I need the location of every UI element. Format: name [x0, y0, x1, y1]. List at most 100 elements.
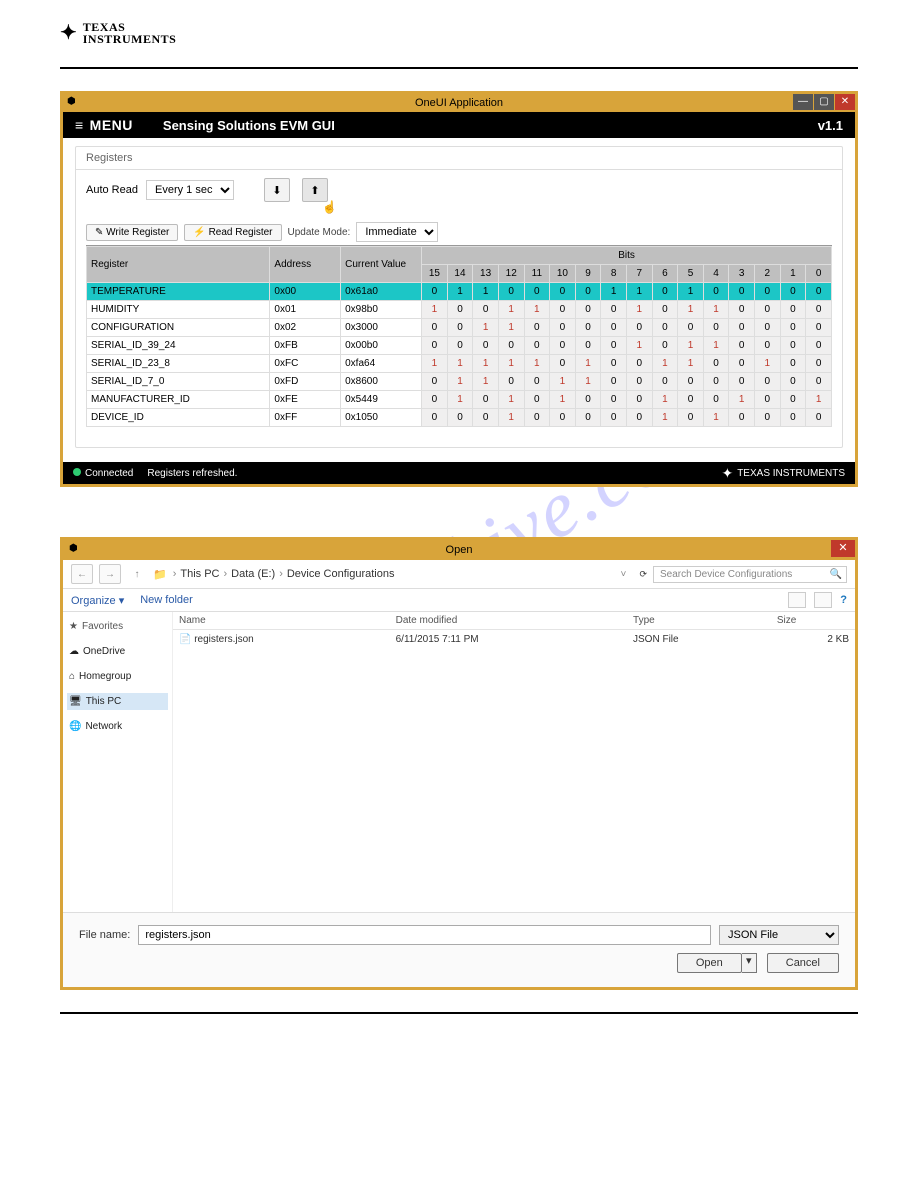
bit-col: 4	[703, 265, 729, 283]
update-mode-label: Update Mode:	[288, 227, 351, 238]
cancel-button[interactable]: Cancel	[767, 953, 839, 973]
file-row[interactable]: 📄 registers.json6/11/2015 7:11 PMJSON Fi…	[173, 630, 855, 650]
ti-glyph-icon: ✦	[721, 465, 733, 482]
footer-logo: ✦ TEXAS INSTRUMENTS	[721, 465, 845, 482]
upload-button[interactable]: ⬆	[302, 178, 328, 202]
folder-icon: 📁	[153, 568, 167, 581]
view-button-1[interactable]	[788, 592, 806, 608]
connected-label: Connected	[85, 468, 133, 479]
open-button[interactable]: Open	[677, 953, 742, 973]
file-col[interactable]: Type	[627, 612, 771, 630]
panel-title: Registers	[76, 147, 842, 170]
tree-item[interactable]: ⌂Homegroup	[67, 668, 168, 685]
menu-button[interactable]: ≡ MENU	[75, 117, 133, 133]
tree-item[interactable]: 🌐Network	[67, 718, 168, 735]
status-bar: Connected Registers refreshed. ✦ TEXAS I…	[63, 462, 855, 484]
update-mode-select[interactable]: Immediate	[356, 222, 438, 242]
status-dot-icon	[73, 468, 81, 476]
write-label: Write Register	[106, 227, 169, 238]
tree-icon: 🌐	[69, 721, 81, 732]
open-dropdown-button[interactable]: ▾	[742, 953, 757, 973]
organize-button[interactable]: Organize ▾	[71, 594, 124, 607]
register-row[interactable]: DEVICE_ID0xFF0x10500001000001010000	[87, 409, 832, 427]
file-icon: 📄	[179, 634, 191, 645]
bit-col: 14	[447, 265, 473, 283]
dialog-close-button[interactable]: ✕	[831, 540, 855, 557]
auto-read-row: Auto Read Every 1 sec ⬇ ⬆ ☝	[86, 178, 832, 202]
tree-item[interactable]: 🖥This PC	[67, 693, 168, 710]
register-row[interactable]: MANUFACTURER_ID0xFE0x5449010101000100100…	[87, 391, 832, 409]
tree-icon: 🖥	[69, 696, 82, 707]
close-button[interactable]: ✕	[835, 94, 855, 110]
write-register-button[interactable]: ✎ Write Register	[86, 224, 178, 241]
col-address: Address	[270, 247, 341, 283]
nav-dropdown-button[interactable]: ˅	[613, 565, 633, 583]
download-button[interactable]: ⬇	[264, 178, 290, 202]
nav-back-button[interactable]: ←	[71, 564, 93, 584]
file-col[interactable]: Date modified	[390, 612, 627, 630]
registers-panel: Registers Auto Read Every 1 sec ⬇ ⬆ ☝	[75, 146, 843, 448]
register-row[interactable]: HUMIDITY0x010x98b01001100010110000	[87, 301, 832, 319]
ti-logo: ✦ TEXAS INSTRUMENTS	[60, 20, 858, 45]
file-col[interactable]: Size	[771, 612, 855, 630]
search-input[interactable]: Search Device Configurations 🔍	[653, 566, 847, 583]
bit-col: 13	[473, 265, 499, 283]
cursor-icon: ☝	[322, 200, 337, 214]
col-register: Register	[87, 247, 270, 283]
app-window: ⬢ OneUI Application — ▢ ✕ ≡ MENU Sensing…	[60, 91, 858, 487]
register-row[interactable]: SERIAL_ID_7_00xFD0x86000110011000000000	[87, 373, 832, 391]
col-bits: Bits	[422, 247, 832, 265]
tree-item[interactable]: ☁OneDrive	[67, 643, 168, 660]
ti-glyph-icon: ✦	[60, 20, 77, 45]
bit-col: 2	[755, 265, 781, 283]
status-message: Registers refreshed.	[147, 468, 237, 479]
dialog-toolbar: Organize ▾ New folder ?	[63, 589, 855, 612]
pencil-icon: ✎	[95, 227, 103, 238]
footer-brand: TEXAS INSTRUMENTS	[737, 468, 845, 479]
new-folder-button[interactable]: New folder	[140, 594, 193, 607]
tree-icon: ⌂	[69, 671, 75, 682]
app-subtitle: Sensing Solutions EVM GUI	[163, 118, 335, 133]
file-col[interactable]: Name	[173, 612, 390, 630]
app-menubar: ≡ MENU Sensing Solutions EVM GUI v1.1	[63, 112, 855, 138]
app-version: v1.1	[818, 118, 843, 133]
logo-line2: INSTRUMENTS	[83, 33, 177, 45]
refresh-button[interactable]: ⟳	[639, 569, 647, 580]
dialog-title: Open	[446, 544, 473, 556]
logo-line1: TEXAS	[83, 21, 177, 33]
filename-input[interactable]	[138, 925, 711, 945]
read-label: Read Register	[209, 227, 273, 238]
app-titlebar: ⬢ OneUI Application — ▢ ✕	[63, 94, 855, 112]
file-filter-select[interactable]: JSON File	[719, 925, 839, 945]
bit-col: 7	[626, 265, 652, 283]
help-icon[interactable]: ?	[840, 594, 847, 606]
bit-col: 9	[575, 265, 601, 283]
view-button-2[interactable]	[814, 592, 832, 608]
nav-forward-button[interactable]: →	[99, 564, 121, 584]
tree-item[interactable]: ★Favorites	[67, 618, 168, 635]
minimize-button[interactable]: —	[793, 94, 813, 110]
filename-label: File name:	[79, 929, 130, 941]
auto-read-select[interactable]: Every 1 sec	[146, 180, 234, 200]
nav-up-button[interactable]: ↑	[127, 565, 147, 583]
register-row[interactable]: TEMPERATURE0x000x61a00110000110100000	[87, 283, 832, 301]
bit-col: 0	[806, 265, 832, 283]
open-dialog: ⬢ Open ✕ ← → ↑ 📁 › This PC › Data (E:) ›…	[60, 537, 858, 990]
maximize-button[interactable]: ▢	[814, 94, 834, 110]
bit-col: 10	[550, 265, 576, 283]
tree-icon: ☁	[69, 646, 79, 657]
breadcrumb[interactable]: › This PC › Data (E:) › Device Configura…	[173, 568, 608, 580]
read-register-button[interactable]: ⚡ Read Register	[184, 224, 281, 241]
tree-icon: ★	[69, 621, 78, 632]
app-title: OneUI Application	[415, 97, 503, 109]
register-row[interactable]: CONFIGURATION0x020x30000011000000000000	[87, 319, 832, 337]
register-row[interactable]: SERIAL_ID_39_240xFB0x00b0000000001011000…	[87, 337, 832, 355]
divider-bottom	[60, 1012, 858, 1014]
dialog-titlebar: ⬢ Open ✕	[63, 540, 855, 560]
register-table: Register Address Current Value Bits 1514…	[86, 246, 832, 427]
dialog-icon: ⬢	[69, 543, 78, 554]
register-row[interactable]: SERIAL_ID_23_80xFC0xfa641111101001100100	[87, 355, 832, 373]
hamburger-icon: ≡	[75, 117, 84, 133]
bit-col: 11	[524, 265, 550, 283]
bit-col: 8	[601, 265, 627, 283]
